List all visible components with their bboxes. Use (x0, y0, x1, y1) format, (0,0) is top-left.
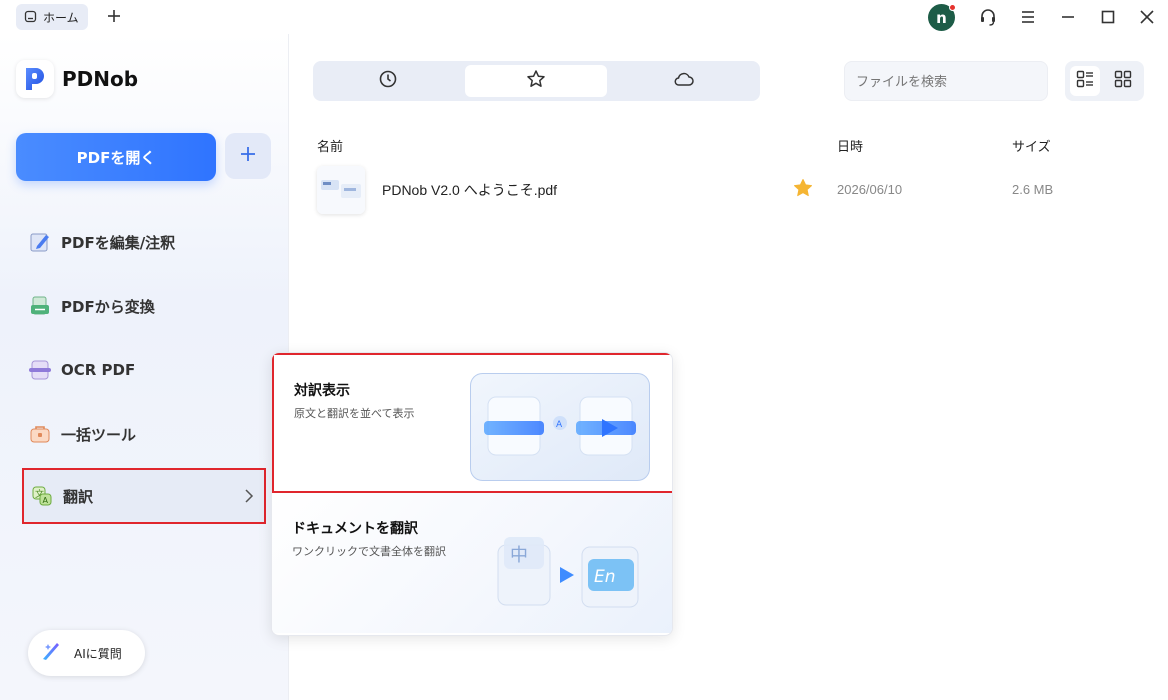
home-icon (24, 8, 37, 27)
grid-view-button[interactable] (1108, 66, 1138, 96)
notification-dot (949, 4, 956, 11)
sidebar-item-batch[interactable]: 一括ツール (22, 406, 266, 462)
tab-favorites[interactable] (465, 65, 607, 97)
view-switcher (1065, 61, 1144, 101)
svg-text:A: A (43, 496, 49, 505)
edit-icon (28, 230, 52, 254)
svg-text:A: A (556, 420, 563, 430)
open-pdf-button[interactable]: PDFを開く (16, 133, 216, 181)
chevron-right-icon (242, 488, 256, 508)
option-title: ドキュメントを翻訳 (292, 521, 418, 537)
file-thumbnail (317, 166, 365, 214)
file-date: 2026/06/10 (837, 182, 903, 197)
menu-icon[interactable] (1017, 6, 1039, 28)
sidebar-item-edit[interactable]: PDFを編集/注釈 (22, 214, 266, 270)
column-header-date[interactable]: 日時 (837, 136, 863, 155)
option-description: 原文と翻訳を並べて表示 (294, 407, 415, 420)
svg-text:En: En (594, 567, 616, 587)
app-logo: PDNob (16, 60, 138, 98)
column-header-size[interactable]: サイズ (1012, 136, 1051, 155)
title-bar: ホーム n (0, 0, 1168, 34)
table-row[interactable]: PDNob V2.0 へようこそ.pdf 2026/06/10 2.6 MB (305, 164, 1165, 216)
sidebar: PDNob PDFを開く PDFを編集/注釈 PDFから変換 OCR PDF 一… (0, 34, 289, 700)
tab-cloud[interactable] (613, 65, 755, 97)
add-button[interactable] (225, 133, 271, 179)
search-input[interactable] (844, 61, 1048, 101)
option-description: ワンクリックで文書全体を翻訳 (292, 545, 446, 558)
app-name: PDNob (62, 67, 139, 91)
clock-icon (378, 69, 398, 93)
tab-home[interactable]: ホーム (16, 4, 88, 30)
plus-icon (239, 145, 257, 167)
cloud-icon (673, 69, 695, 93)
sidebar-item-label: OCR PDF (61, 361, 136, 379)
avatar[interactable]: n (928, 4, 956, 31)
toolbox-icon (28, 422, 52, 446)
file-name: PDNob V2.0 へようこそ.pdf (382, 182, 558, 198)
sidebar-item-label: 翻訳 (63, 487, 94, 506)
document-translation-option[interactable]: ドキュメントを翻訳 ワンクリックで文書全体を翻訳 中 En (272, 493, 672, 633)
column-header-name[interactable]: 名前 (317, 136, 343, 155)
maximize-icon[interactable] (1097, 6, 1119, 28)
new-tab-icon[interactable] (104, 6, 124, 26)
svg-text:中: 中 (510, 545, 528, 566)
ai-sparkle-icon (40, 640, 62, 666)
sidebar-item-ocr[interactable]: OCR PDF (22, 342, 266, 398)
translate-icon: 文A (30, 484, 54, 508)
sidebar-item-convert[interactable]: PDFから変換 (22, 278, 266, 334)
grid-view-icon (1114, 70, 1132, 92)
minimize-icon[interactable] (1057, 6, 1079, 28)
sidebar-item-label: PDFを編集/注釈 (61, 233, 176, 252)
ocr-icon (28, 358, 52, 382)
view-tabs (313, 61, 760, 101)
tab-recent[interactable] (317, 65, 459, 97)
sidebar-item-translate[interactable]: 文A 翻訳 (22, 468, 266, 524)
star-outline-icon (526, 69, 546, 93)
convert-icon (28, 294, 52, 318)
avatar-letter: n (936, 8, 947, 27)
pdnob-logo-icon (16, 60, 54, 98)
document-translation-illustration-icon: 中 En (490, 525, 650, 629)
side-by-side-illustration-icon: A (470, 373, 650, 485)
list-view-button[interactable] (1070, 66, 1100, 96)
side-by-side-translation-option[interactable]: 対訳表示 原文と翻訳を並べて表示 A (272, 353, 672, 493)
file-size: 2.6 MB (1012, 182, 1054, 197)
support-icon[interactable] (977, 6, 999, 28)
translate-submenu: 対訳表示 原文と翻訳を並べて表示 A ドキュメントを翻訳 ワンクリックで文書全体… (271, 352, 673, 636)
sidebar-item-label: 一括ツール (61, 425, 137, 444)
sidebar-item-label: PDFから変換 (61, 297, 155, 316)
option-title: 対訳表示 (294, 383, 350, 399)
close-icon[interactable] (1136, 6, 1158, 28)
list-view-icon (1076, 70, 1094, 92)
tab-home-label: ホーム (43, 10, 79, 25)
ai-ask-label: AIに質問 (74, 646, 122, 661)
star-filled-icon[interactable] (793, 178, 813, 202)
ai-ask-button[interactable]: AIに質問 (28, 630, 145, 676)
